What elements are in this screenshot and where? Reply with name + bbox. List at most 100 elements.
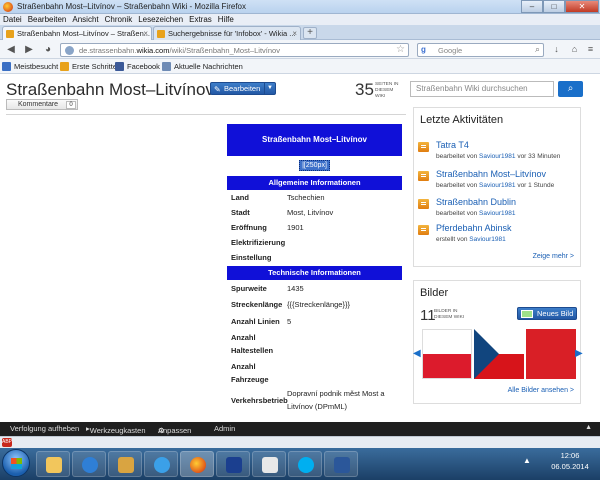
bookmark-star-icon[interactable]: ☆: [396, 44, 405, 55]
forward-button[interactable]: ▶: [22, 43, 36, 56]
taskbar-skype[interactable]: [288, 451, 322, 477]
adblock-icon[interactable]: ABP: [2, 438, 12, 447]
show-more-link[interactable]: Zeige mehr >: [533, 253, 574, 260]
infobox-row: Einstellung: [231, 253, 272, 262]
all-images-link[interactable]: Alle Bilder ansehen >: [508, 387, 574, 394]
tab-suchergebnisse[interactable]: Suchergebnisse für 'Infobox' - Wikia ...…: [153, 26, 301, 40]
taskbar-firefox[interactable]: [180, 451, 214, 477]
facebook-icon: [115, 62, 124, 71]
infobox-image-placeholder[interactable]: |[250px]: [299, 160, 330, 171]
carousel-prev-icon[interactable]: ◀: [413, 348, 421, 359]
window-title: Straßenbahn Most–Litvínov – Straßenbahn …: [17, 2, 246, 11]
infobox-section-general: Allgemeine Informationen: [227, 176, 402, 190]
google-icon[interactable]: g: [421, 45, 432, 55]
menu-chronik[interactable]: Chronik: [102, 14, 136, 25]
back-button[interactable]: ◀: [4, 43, 18, 56]
taskbar-word[interactable]: [324, 451, 358, 477]
user-link[interactable]: Saviour1981: [469, 236, 506, 243]
search-input[interactable]: Google: [438, 46, 462, 55]
infobox-row: Anzahl Fahrzeuge: [231, 362, 269, 384]
infobox-row: Spurweite 1435: [231, 284, 304, 293]
bookmark-meistbesucht[interactable]: Meistbesucht: [2, 61, 58, 72]
taskbar-internet-explorer[interactable]: [144, 451, 178, 477]
download-icon[interactable]: ↓: [550, 43, 563, 56]
taskbar-1und1[interactable]: [216, 451, 250, 477]
comments-button[interactable]: Kommentare 0: [6, 99, 78, 110]
activity-title-link[interactable]: Straßenbahn Most–Litvínov: [436, 169, 546, 179]
tab-close-icon[interactable]: ×: [292, 27, 297, 40]
taskbar-pdf[interactable]: [252, 451, 286, 477]
wiki-search-input[interactable]: Straßenbahn Wiki durchsuchen: [410, 81, 554, 97]
tray-expand-icon[interactable]: ▲: [523, 456, 531, 465]
edit-page-icon: [418, 171, 429, 181]
image-count-label: BILDER IN DIESEM WIKI: [434, 309, 465, 320]
tab-close-icon[interactable]: ×: [143, 27, 148, 40]
wiki-page: Straßenbahn Most–Litvínov ✎ Bearbeiten ▼…: [0, 74, 600, 422]
edit-button[interactable]: ✎ Bearbeiten ▼: [210, 82, 276, 95]
infobox-row: Streckenlänge {{{Streckenlänge}}}: [231, 300, 350, 309]
search-icon[interactable]: ⌕: [535, 44, 540, 55]
infobox-row: Land Tschechien: [231, 193, 325, 202]
globe-icon: [65, 46, 74, 55]
user-link[interactable]: Saviour1981: [479, 153, 516, 160]
bookmark-aktuelle-nachrichten[interactable]: Aktuelle Nachrichten: [162, 61, 243, 72]
page-count-label: SEITEN IN DIESEM WIKI: [375, 82, 399, 99]
images-heading: Bilder: [420, 287, 449, 299]
search-bar[interactable]: g Google ⌕: [417, 43, 544, 57]
menu-datei[interactable]: Datei: [0, 14, 25, 25]
navigation-bar: ◀ ▶ ◕ de.strassenbahn.wikia.com/wiki/Str…: [0, 40, 600, 59]
infobox-heading: Straßenbahn Most–Litvínov: [227, 124, 402, 156]
taskbar-media-player[interactable]: [72, 451, 106, 477]
wiki-search-button[interactable]: ⌕: [558, 81, 583, 97]
media-player-icon: [82, 457, 98, 473]
firefox-menu-icon[interactable]: ◕: [42, 43, 54, 56]
bookmark-facebook[interactable]: Facebook: [115, 61, 160, 72]
bookmark-erste-schritte[interactable]: Erste Schritte: [60, 61, 117, 72]
menu-bearbeiten[interactable]: Bearbeiten: [25, 14, 70, 25]
menu-hilfe[interactable]: Hilfe: [215, 14, 237, 25]
image-carousel: ◀ ▶: [413, 329, 583, 381]
menu-extras[interactable]: Extras: [186, 14, 215, 25]
menu-lesezeichen[interactable]: Lesezeichen: [135, 14, 186, 25]
new-tab-button[interactable]: +: [303, 27, 317, 39]
close-button[interactable]: ✕: [565, 0, 599, 13]
taskbar-explorer[interactable]: [36, 451, 70, 477]
clock[interactable]: 12:06 06.05.2014: [544, 450, 596, 472]
firefox-icon: [190, 457, 206, 473]
maximize-button[interactable]: □: [543, 0, 565, 13]
unfollow-link[interactable]: Verfolgung aufheben: [10, 424, 79, 433]
thumbnail-red[interactable]: [526, 329, 576, 379]
clock-date: 06.05.2014: [551, 462, 589, 471]
wikia-toolbar: Verfolgung aufheben ▸ Werkzeugkasten ⚙ A…: [0, 422, 600, 436]
collapse-toolbar-icon[interactable]: ▲: [585, 424, 592, 431]
edit-page-icon: [418, 199, 429, 209]
home-icon[interactable]: ⌂: [568, 43, 581, 56]
czech-flag-triangle: [474, 329, 499, 379]
tab-strassenbahn-most[interactable]: Straßenbahn Most–Litvínov – Straßen... ×: [2, 26, 152, 40]
tools-icon: [118, 457, 134, 473]
activity-title-link[interactable]: Pferdebahn Abinsk: [436, 223, 512, 233]
edit-dropdown-icon[interactable]: ▼: [264, 83, 275, 94]
thumbnail-flag-poland[interactable]: [422, 329, 472, 379]
taskbar-tools[interactable]: [108, 451, 142, 477]
thumbnail-flag-czech[interactable]: [474, 329, 524, 379]
admin-link[interactable]: Admin: [214, 424, 235, 433]
user-link[interactable]: Saviour1981: [479, 210, 516, 217]
firefox-icon: [60, 62, 69, 71]
activity-title-link[interactable]: Straßenbahn Dublin: [436, 197, 516, 207]
start-button[interactable]: [2, 449, 30, 477]
tools-menu[interactable]: ▸ Werkzeugkasten: [86, 424, 146, 435]
minimize-button[interactable]: –: [521, 0, 543, 13]
pencil-icon: ✎: [214, 85, 221, 94]
carousel-next-icon[interactable]: ▶: [575, 348, 583, 359]
menu-ansicht[interactable]: Ansicht: [69, 14, 101, 25]
tab-bar: Straßenbahn Most–Litvínov – Straßen... ×…: [0, 25, 600, 40]
menu-icon[interactable]: ≡: [584, 43, 597, 56]
url-bar[interactable]: de.strassenbahn.wikia.com/wiki/Straßenba…: [60, 43, 409, 57]
user-link[interactable]: Saviour1981: [479, 182, 516, 189]
page-title: Straßenbahn Most–Litvínov: [6, 80, 214, 99]
activity-title-link[interactable]: Tatra T4: [436, 140, 469, 150]
url-text[interactable]: de.strassenbahn.wikia.com/wiki/Straßenba…: [79, 46, 280, 55]
bookmarks-bar: Meistbesucht Erste Schritte Facebook Akt…: [0, 59, 600, 74]
add-image-button[interactable]: Neues Bild: [517, 307, 577, 320]
